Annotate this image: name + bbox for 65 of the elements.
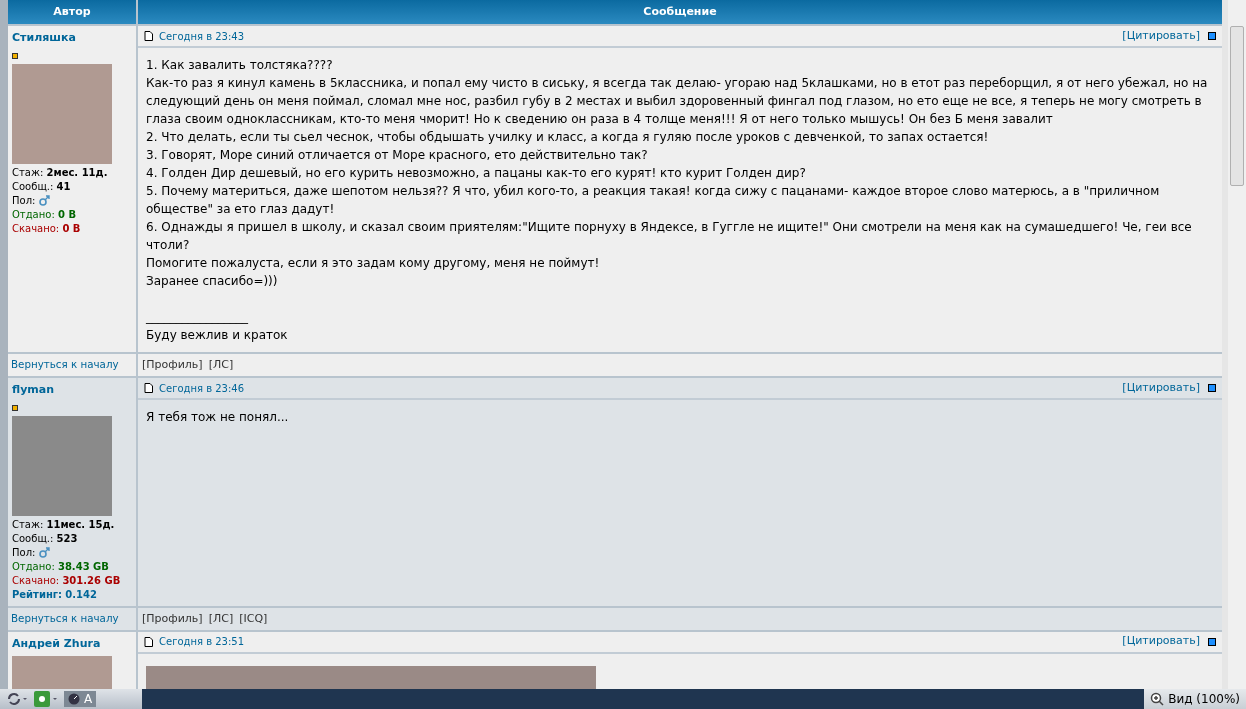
- post-icon: [144, 636, 153, 647]
- post-text: Я тебя тож не понял...: [146, 409, 290, 426]
- post-date: Сегодня в 23:51: [159, 635, 245, 649]
- post-icon: [144, 31, 153, 41]
- post-text: Как-то раз я кинул камень в 5классника, и попал ему чисто в сиську, я всегда так делаю- угораю над 5клашками, но в етот раз переборщил, я от него убежал, но на следующий день он меня поймал, сломал мне нос, разбил губу в 2 местах и выбил здоровенный фингал под глазом, но ето еще не все, я теперь не могу смотреть в глаза своим одноклассникам, кто-то меня чморит! Но к сведению он раза в 4 толще меня!!! Я от него только мышусь! Он без Б меня завалит: [146, 75, 1209, 128]
- author-name[interactable]: flyman: [12, 382, 132, 399]
- post-text: Буду вежлив и краток: [146, 327, 289, 344]
- stat-label: Отдано:: [12, 560, 55, 572]
- stat-label: Отдано:: [12, 208, 55, 220]
- post-text: 2. Что делать, если ты сьел чеснок, чтобы обдышать училку и класс, а когда я гуляю после уроков с девченкой, то запах остается!: [146, 129, 990, 146]
- stat-label: Сообщ.:: [12, 180, 54, 192]
- stat-value: 0 B: [57, 208, 76, 220]
- stat-label: Пол:: [12, 194, 36, 206]
- male-icon: [38, 545, 50, 560]
- zoom-button[interactable]: Вид (100%): [1144, 689, 1246, 709]
- refresh-icon[interactable]: [6, 692, 28, 706]
- zoom-label: Вид (100%): [1168, 691, 1240, 708]
- post-text: Помогите пожалуста, если я это задам кому другому, меня не поймут!: [146, 255, 601, 272]
- quote-link[interactable]: [Цитировать]: [1122, 27, 1200, 45]
- zoom-icon: [1150, 692, 1165, 706]
- post-icon: [144, 383, 153, 393]
- post-text: 6. Однажды я пришел в школу, и сказал своим приятелям:"Ищите порнуху в Яндексе, в Гуггле не ищите!" Они смотрели на меня как на сумашедшего! Че, геи все чтоли?: [146, 219, 1193, 254]
- quote-link[interactable]: [Цитировать]: [1122, 379, 1200, 397]
- stat-value: 2мес. 11д.: [46, 166, 108, 178]
- language-label: A: [84, 691, 93, 708]
- quote-link[interactable]: [Цитировать]: [1122, 633, 1200, 650]
- stat-label: Скачано:: [12, 222, 60, 234]
- profile-link[interactable]: [ICQ]: [239, 611, 268, 625]
- stat-value: 38.43 GB: [57, 560, 109, 572]
- scrollbar-thumb[interactable]: [1230, 26, 1244, 186]
- author-name[interactable]: Стиляшка: [12, 30, 132, 47]
- stat-value: 0 B: [62, 222, 81, 234]
- square-icon: [1208, 637, 1216, 646]
- square-icon: [1208, 32, 1216, 40]
- language-button[interactable]: A: [64, 691, 97, 707]
- column-header: Сообщение: [138, 0, 1222, 24]
- male-icon: [38, 193, 50, 208]
- stat-value: 523: [56, 532, 78, 544]
- stat-label: Сообщ.:: [12, 532, 54, 544]
- profile-link[interactable]: [Профиль]: [142, 358, 203, 371]
- post-text: 5. Почему материться, даже шепотом нельзя?? Я что, убил кого-то, а реакция такая! когда сижу с пацанами- каждое второе слово матерюсь, а в "приличном обществе" за ето глаз дадут!: [146, 183, 1161, 218]
- square-icon: [1208, 384, 1216, 392]
- stat-value: 41: [56, 180, 71, 192]
- post-text: 4. Голден Дир дешевый, но его курить невозможно, а пацаны как-то его курят! кто курит Голден дир?: [146, 165, 807, 182]
- post-text: 3. Говорят, Море синий отличается от Море красного, ето действительно так?: [146, 147, 649, 164]
- post-text: 1. Как завалить толстяка????: [146, 57, 334, 74]
- stat-label: Пол:: [12, 546, 36, 558]
- stat-value: 0.142: [65, 588, 97, 600]
- stat-value: 11мес. 15д.: [46, 518, 115, 530]
- gauge-icon: [68, 693, 80, 705]
- column-header: Автор: [8, 0, 136, 24]
- profile-link[interactable]: [ЛС]: [208, 611, 234, 625]
- signature-line: _________________: [146, 309, 249, 326]
- post-text: Заранее спасибо=))): [146, 273, 279, 290]
- stat-label: Стаж:: [12, 166, 44, 178]
- post-date: Сегодня в 23:43: [159, 29, 245, 44]
- profile-link[interactable]: [ЛС]: [208, 358, 234, 371]
- stat-label: Рейтинг:: [12, 588, 63, 600]
- app-icon[interactable]: [34, 691, 58, 707]
- profile-link[interactable]: [Профиль]: [142, 611, 203, 625]
- stat-label: Стаж:: [12, 518, 44, 530]
- stat-value: 301.26 GB: [62, 574, 121, 586]
- post-date: Сегодня в 23:46: [159, 381, 245, 396]
- stat-label: Скачано:: [12, 574, 60, 586]
- scrollbar[interactable]: [1222, 0, 1246, 689]
